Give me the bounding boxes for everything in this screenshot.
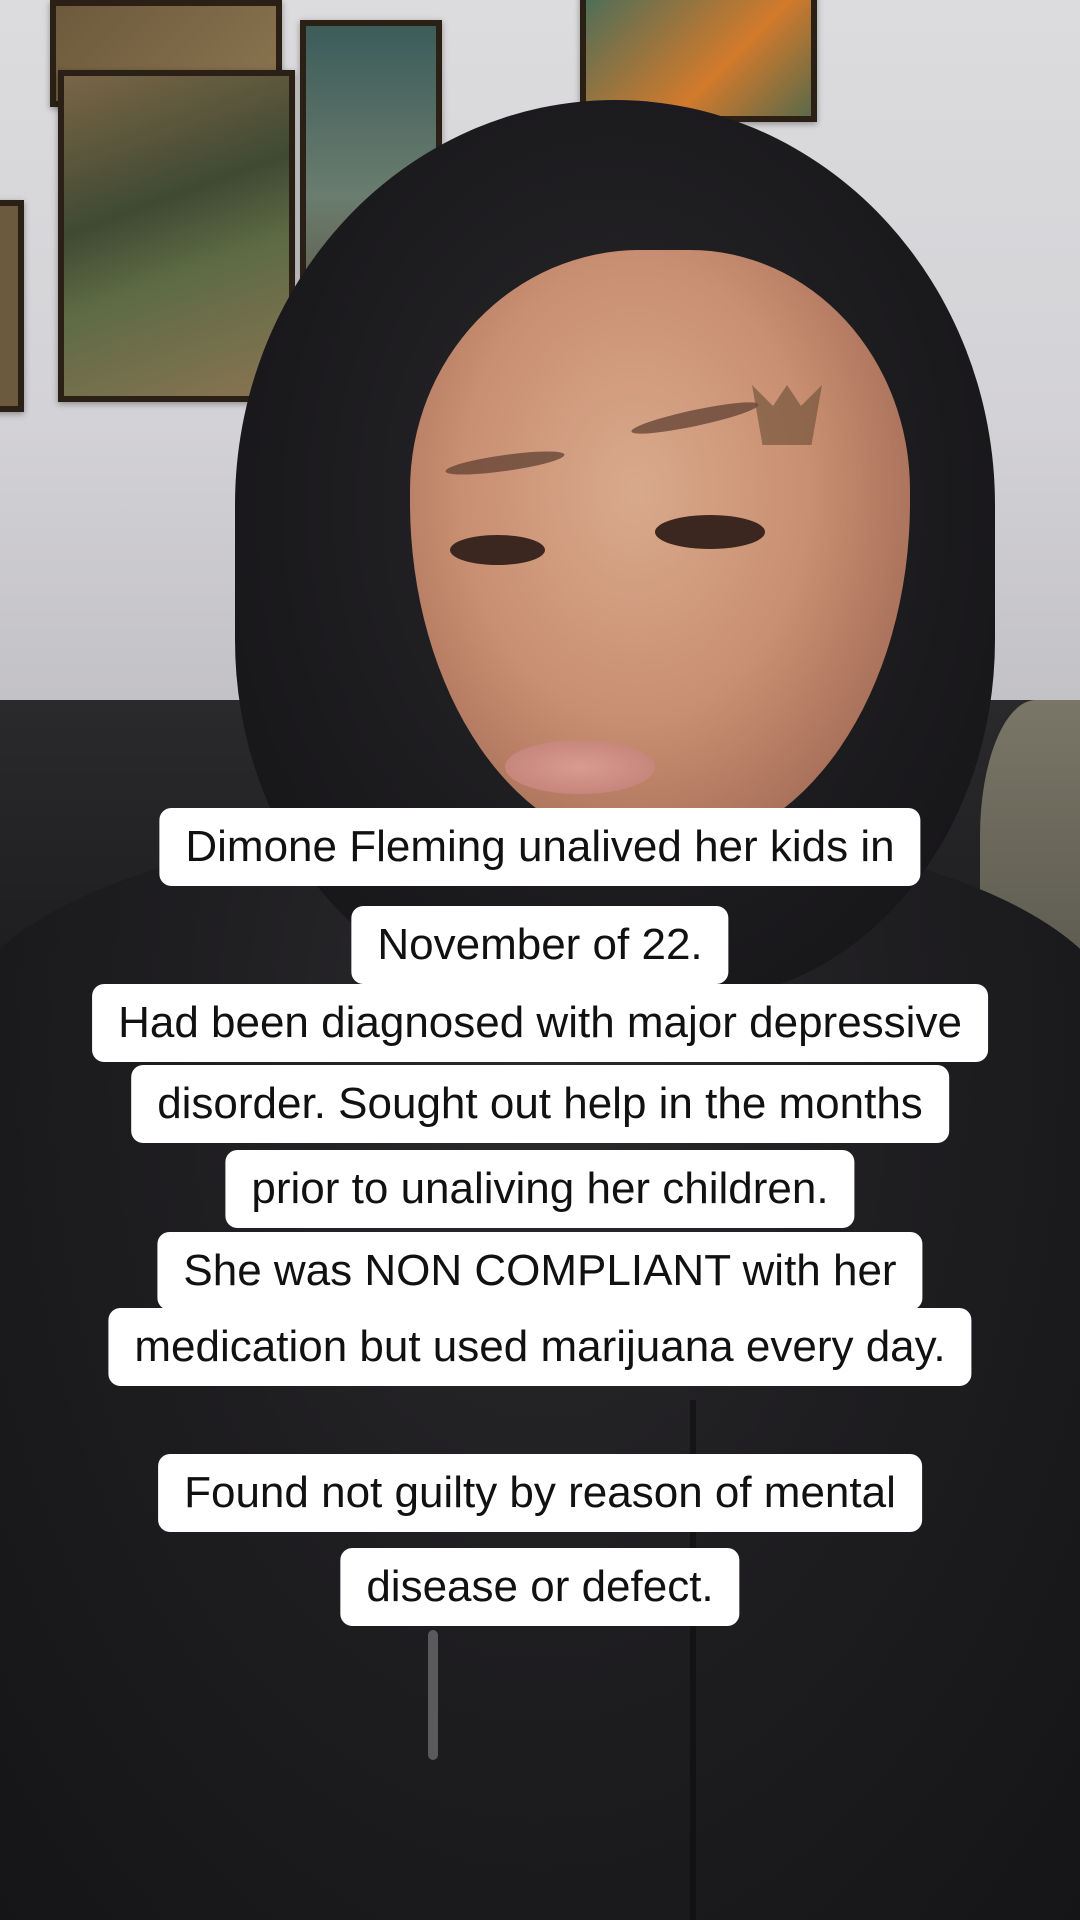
lips xyxy=(505,740,655,794)
caption-line: November of 22. xyxy=(351,906,729,984)
caption-line: Found not guilty by reason of mental xyxy=(158,1454,922,1532)
eye xyxy=(450,535,545,565)
caption-line: disease or defect. xyxy=(340,1548,740,1626)
eye xyxy=(655,515,765,549)
hoodie-drawstring xyxy=(428,1630,438,1760)
video-frame: Dimone Fleming unalived her kids in Nove… xyxy=(0,0,1080,1920)
wall-picture-frame xyxy=(0,200,24,412)
caption-line: Dimone Fleming unalived her kids in xyxy=(159,808,921,886)
wall-picture-frame xyxy=(58,70,295,402)
caption-line: Had been diagnosed with major depressive xyxy=(92,984,988,1062)
caption-line: medication but used marijuana every day. xyxy=(108,1308,972,1386)
caption-line: disorder. Sought out help in the months xyxy=(131,1065,949,1143)
caption-line: She was NON COMPLIANT with her xyxy=(157,1232,923,1310)
caption-line: prior to unaliving her children. xyxy=(225,1150,855,1228)
